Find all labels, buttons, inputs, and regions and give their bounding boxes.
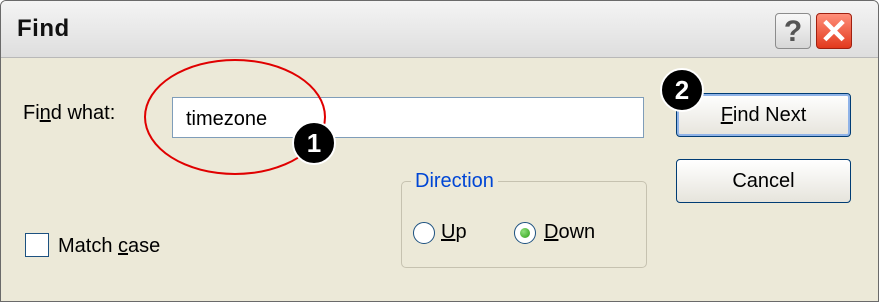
- direction-up-label[interactable]: Up: [441, 221, 467, 244]
- direction-down-label[interactable]: Down: [544, 221, 595, 244]
- find-next-button[interactable]: Find Next: [676, 93, 851, 137]
- help-button[interactable]: ?: [775, 13, 811, 49]
- direction-label: Direction: [411, 170, 498, 193]
- find-what-label: Find what:: [23, 102, 116, 124]
- match-case-checkbox[interactable]: [25, 233, 49, 257]
- direction-up-radio[interactable]: [413, 222, 435, 244]
- title-bar[interactable]: Find ? ✕: [1, 1, 878, 58]
- radio-selected-dot: [520, 228, 530, 238]
- help-icon: ?: [783, 15, 803, 48]
- step-badge-1: 1: [292, 121, 336, 165]
- find-dialog: Find ? ✕ Find what: timezone Find Next C…: [0, 0, 879, 302]
- direction-down-radio[interactable]: [514, 222, 536, 244]
- close-icon: ✕: [819, 13, 849, 51]
- dialog-title: Find: [17, 15, 70, 42]
- cancel-button[interactable]: Cancel: [676, 159, 851, 203]
- close-button[interactable]: ✕: [816, 13, 852, 51]
- match-case-label[interactable]: Match case: [58, 235, 160, 258]
- step-badge-2: 2: [660, 68, 704, 112]
